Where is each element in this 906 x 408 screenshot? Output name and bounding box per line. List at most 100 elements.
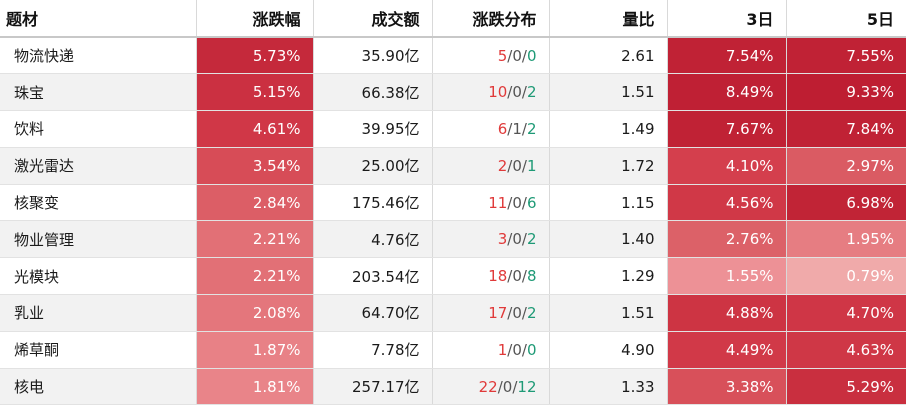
table-row[interactable]: 核聚变 2.84% 175.46亿 11/0/6 1.15 4.56% 6.98%	[0, 184, 906, 222]
up-count: 22	[478, 377, 498, 396]
change-pct: 5.73%	[196, 37, 314, 75]
flat-count: 0	[512, 267, 522, 286]
distribution: 17/0/2	[432, 294, 550, 332]
volume-ratio: 1.51	[549, 294, 668, 332]
volume-ratio: 1.72	[549, 147, 668, 185]
distribution: 3/0/2	[432, 220, 550, 259]
theme-table: 题材 涨跌幅 成交额 涨跌分布 量比 3日 5日 物流快递 5.73% 35.90亿…	[0, 0, 906, 406]
change-3day: 7.54%	[667, 37, 787, 75]
turnover: 7.78亿	[313, 331, 433, 369]
volume-ratio: 2.61	[549, 37, 668, 75]
up-count: 3	[497, 230, 508, 249]
turnover: 25.00亿	[313, 147, 433, 185]
volume-ratio: 1.49	[549, 110, 668, 148]
down-count: 12	[517, 377, 537, 396]
table-row[interactable]: 物流快递 5.73% 35.90亿 5/0/0 2.61 7.54% 7.55%	[0, 37, 906, 75]
flat-count: 0	[512, 46, 522, 65]
change-3day: 2.76%	[667, 220, 787, 259]
header-3day[interactable]: 3日	[667, 0, 787, 38]
change-5day: 4.70%	[786, 294, 906, 332]
theme-name[interactable]: 核聚变	[0, 184, 197, 222]
theme-name[interactable]: 激光雷达	[0, 147, 197, 185]
down-count: 0	[526, 340, 537, 359]
change-3day: 4.49%	[667, 331, 787, 369]
turnover: 203.54亿	[313, 257, 433, 296]
table-row[interactable]: 核电 1.81% 257.17亿 22/0/12 1.33 3.38% 5.29%	[0, 368, 906, 406]
down-count: 2	[526, 230, 537, 249]
change-pct: 1.87%	[196, 331, 314, 369]
table-row[interactable]: 光模块 2.21% 203.54亿 18/0/8 1.29 1.55% 0.79%	[0, 257, 906, 296]
table-body: 物流快递 5.73% 35.90亿 5/0/0 2.61 7.54% 7.55% 珠宝 5.15…	[0, 37, 906, 406]
up-count: 18	[488, 267, 508, 286]
turnover: 39.95亿	[313, 110, 433, 148]
change-5day: 2.97%	[786, 147, 906, 185]
table-row[interactable]: 珠宝 5.15% 66.38亿 10/0/2 1.51 8.49% 9.33%	[0, 73, 906, 112]
distribution: 5/0/0	[432, 37, 550, 75]
change-3day: 4.88%	[667, 294, 787, 332]
change-5day: 7.84%	[786, 110, 906, 148]
change-5day: 4.63%	[786, 331, 906, 369]
theme-name[interactable]: 核电	[0, 368, 197, 406]
table-row[interactable]: 烯草酮 1.87% 7.78亿 1/0/0 4.90 4.49% 4.63%	[0, 331, 906, 369]
change-3day: 3.38%	[667, 368, 787, 406]
flat-count: 0	[512, 83, 522, 102]
theme-name[interactable]: 乳业	[0, 294, 197, 332]
header-theme[interactable]: 题材	[0, 0, 197, 38]
change-3day: 4.56%	[667, 184, 787, 222]
change-3day: 7.67%	[667, 110, 787, 148]
table-row[interactable]: 乳业 2.08% 64.70亿 17/0/2 1.51 4.88% 4.70%	[0, 294, 906, 332]
theme-name[interactable]: 饮料	[0, 110, 197, 148]
table-row[interactable]: 物业管理 2.21% 4.76亿 3/0/2 1.40 2.76% 1.95%	[0, 220, 906, 259]
theme-name[interactable]: 光模块	[0, 257, 197, 296]
theme-name[interactable]: 物业管理	[0, 220, 197, 259]
down-count: 6	[526, 193, 537, 212]
flat-count: 0	[512, 230, 522, 249]
change-pct: 2.84%	[196, 184, 314, 222]
table-row[interactable]: 激光雷达 3.54% 25.00亿 2/0/1 1.72 4.10% 2.97%	[0, 147, 906, 185]
change-pct: 2.21%	[196, 257, 314, 296]
distribution: 2/0/1	[432, 147, 550, 185]
turnover: 175.46亿	[313, 184, 433, 222]
flat-count: 0	[512, 303, 522, 322]
turnover: 66.38亿	[313, 73, 433, 112]
theme-name[interactable]: 烯草酮	[0, 331, 197, 369]
up-count: 1	[497, 340, 508, 359]
distribution: 10/0/2	[432, 73, 550, 112]
header-turnover[interactable]: 成交额	[313, 0, 433, 38]
turnover: 4.76亿	[313, 220, 433, 259]
header-5day[interactable]: 5日	[786, 0, 906, 38]
flat-count: 0	[502, 377, 513, 396]
flat-count: 0	[512, 193, 522, 212]
up-count: 2	[497, 156, 508, 175]
up-count: 5	[497, 46, 508, 65]
theme-name[interactable]: 物流快递	[0, 37, 197, 75]
table-row[interactable]: 饮料 4.61% 39.95亿 6/1/2 1.49 7.67% 7.84%	[0, 110, 906, 148]
header-distribution[interactable]: 涨跌分布	[432, 0, 550, 38]
volume-ratio: 1.33	[549, 368, 668, 406]
header-volume-ratio[interactable]: 量比	[549, 0, 668, 38]
change-5day: 5.29%	[786, 368, 906, 406]
volume-ratio: 1.51	[549, 73, 668, 112]
down-count: 2	[526, 83, 537, 102]
change-5day: 9.33%	[786, 73, 906, 112]
theme-name[interactable]: 珠宝	[0, 73, 197, 112]
distribution: 18/0/8	[432, 257, 550, 296]
down-count: 1	[526, 156, 537, 175]
down-count: 8	[526, 267, 537, 286]
up-count: 6	[497, 119, 508, 138]
down-count: 2	[526, 119, 537, 138]
volume-ratio: 4.90	[549, 331, 668, 369]
up-count: 11	[488, 193, 508, 212]
change-pct: 2.08%	[196, 294, 314, 332]
change-pct: 4.61%	[196, 110, 314, 148]
change-3day: 8.49%	[667, 73, 787, 112]
change-pct: 5.15%	[196, 73, 314, 112]
up-count: 17	[488, 303, 508, 322]
change-pct: 2.21%	[196, 220, 314, 259]
turnover: 257.17亿	[313, 368, 433, 406]
flat-count: 0	[512, 340, 522, 359]
header-change[interactable]: 涨跌幅	[196, 0, 314, 38]
turnover: 64.70亿	[313, 294, 433, 332]
change-5day: 7.55%	[786, 37, 906, 75]
change-3day: 4.10%	[667, 147, 787, 185]
